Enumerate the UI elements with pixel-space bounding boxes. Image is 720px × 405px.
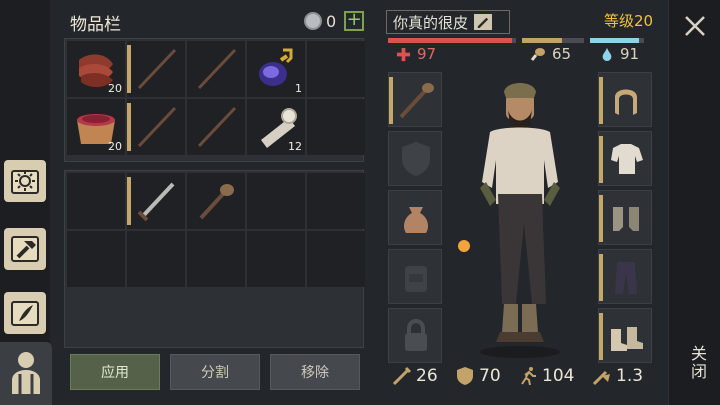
inventory-slot-empty[interactable] [247,231,305,287]
sun-book-icon [11,170,39,194]
inventory-slot[interactable]: 20 [67,99,125,155]
inventory-title: 物品栏 [70,15,121,35]
add-coins-button[interactable]: + [344,11,365,31]
equipment-right [598,72,652,363]
gloves-icon [613,207,639,231]
speed-stat: 104 [518,366,574,386]
left-rail [0,0,52,405]
legs-slot[interactable] [598,249,652,304]
hammer-icon [11,236,39,262]
inventory-slot-empty[interactable] [127,231,185,287]
inventory-slot-empty[interactable] [247,173,305,229]
equipment-left [388,72,442,363]
crafting-button[interactable] [4,228,46,270]
inventory-slot-empty[interactable] [187,231,245,287]
inventory-slot[interactable]: 1 [247,41,305,97]
inventory-slot[interactable] [127,99,185,155]
head-slot[interactable] [598,72,652,127]
thirst-stat: 91 [600,45,639,63]
hunger-bar-fill [522,38,563,43]
attack-stat: 26 [392,366,438,386]
close-button[interactable]: 关闭 [685,345,709,381]
inventory-slot[interactable] [127,173,185,229]
stick-icon [137,48,177,90]
backpack-icon [405,266,427,292]
thirst-bar-fill [590,38,640,43]
mace-icon [199,184,234,220]
stick-icon [197,48,237,90]
trousers-icon [615,262,637,294]
potion-icon [259,48,293,86]
inventory-slot[interactable]: 20 [67,41,125,97]
running-icon [521,367,536,386]
attack-icon [392,366,412,386]
health-cross-icon [396,47,411,61]
weight-icon [592,370,610,386]
stick-icon [197,106,237,148]
sword-icon [137,182,175,222]
hunger-stat: 65 [530,45,571,63]
club-icon [399,83,434,119]
apply-button[interactable]: 应用 [70,354,160,390]
bag-slot[interactable] [388,190,442,245]
stick-icon [137,106,177,148]
shield-icon [402,142,430,176]
inventory-slot-empty[interactable] [307,99,365,155]
character-tab-active[interactable] [0,342,52,405]
character-icon [12,352,40,394]
hunger-bar [522,38,584,43]
coin-counter: 0 + [304,11,365,31]
level-label: 等级20 [604,12,654,30]
skills-button[interactable] [4,292,46,334]
inventory-slot[interactable] [187,41,245,97]
health-bar [388,38,516,43]
edit-name-icon[interactable] [474,14,493,30]
defense-shield-icon [457,367,473,385]
weight-stat: 1.3 [592,366,643,386]
inventory-slot-empty[interactable] [307,231,365,287]
quill-scroll-icon [11,301,39,326]
coin-icon [304,12,322,30]
split-button[interactable]: 分割 [170,354,260,390]
close-panel: 关闭 [668,0,720,405]
inventory-slot[interactable] [187,173,245,229]
hood-icon [615,89,637,115]
health-bar-fill [388,38,513,43]
thirst-bar [590,38,644,43]
shirt-icon [611,144,643,174]
health-stat: 97 [396,45,436,63]
inventory-slot-empty[interactable] [67,231,125,287]
journal-sun-button[interactable] [4,160,46,202]
drumstick-icon [530,48,545,61]
inventory-grid-bottom [64,170,365,348]
inventory-grid-top: 20 1 20 12 [64,38,365,162]
close-icon[interactable] [683,14,707,38]
shield-slot[interactable] [388,131,442,186]
defense-stat: 70 [455,366,501,386]
inventory-slot[interactable] [187,99,245,155]
character-figure [458,83,560,358]
locked-slot[interactable] [388,308,442,363]
coin-count: 0 [326,11,337,31]
character-name-field[interactable]: 你真的很皮 [386,10,510,34]
inventory-slot[interactable]: 12 [247,99,305,155]
inventory-slot-empty[interactable] [67,173,125,229]
lock-icon [405,319,427,351]
feet-slot[interactable] [598,308,652,363]
hands-slot[interactable] [598,190,652,245]
weapon-slot[interactable] [388,72,442,127]
remove-button[interactable]: 移除 [270,354,360,390]
backpack-slot[interactable] [388,249,442,304]
inventory-actions: 应用 分割 移除 [70,354,360,390]
sack-icon [404,207,428,233]
vital-bars [388,38,650,43]
inventory-slot-empty[interactable] [307,173,365,229]
body-slot[interactable] [598,131,652,186]
inventory-slot-empty[interactable] [307,41,365,97]
inventory-slot[interactable] [127,41,185,97]
boots-icon [611,327,643,351]
character-name: 你真的很皮 [393,13,469,32]
water-drop-icon [602,47,612,61]
